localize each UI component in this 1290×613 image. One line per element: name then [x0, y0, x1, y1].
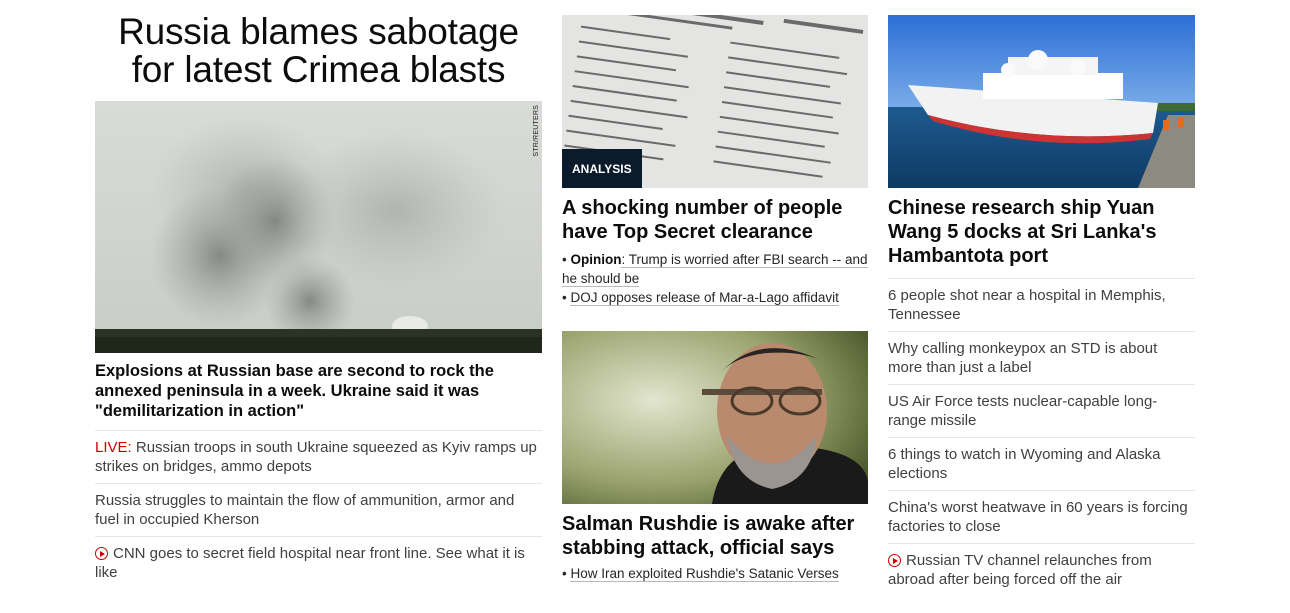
link-text: US Air Force tests nuclear-capable long-…	[888, 393, 1158, 429]
right-column: Chinese research ship Yuan Wang 5 docks …	[888, 0, 1195, 596]
rushdie-image[interactable]	[562, 331, 868, 504]
story-headline[interactable]: A shocking number of people have Top Sec…	[562, 196, 868, 244]
list-item[interactable]: Why calling monkeypox an STD is about mo…	[888, 331, 1195, 384]
list-item[interactable]: Russian TV channel relaunches from abroa…	[888, 543, 1195, 596]
link-text: Russian TV channel relaunches from abroa…	[888, 552, 1152, 588]
list-item[interactable]: 6 things to watch in Wyoming and Alaska …	[888, 437, 1195, 490]
link-text: 6 people shot near a hospital in Memphis…	[888, 287, 1166, 323]
sub-link[interactable]: • DOJ opposes release of Mar-a-Lago affi…	[562, 288, 868, 307]
hero-lead[interactable]: Explosions at Russian base are second to…	[95, 361, 542, 421]
list-item[interactable]: 6 people shot near a hospital in Memphis…	[888, 278, 1195, 331]
play-icon	[888, 554, 901, 567]
hero-title[interactable]: Russia blames sabotage for latest Crimea…	[95, 13, 542, 89]
opinion-label: Opinion	[570, 252, 622, 267]
analysis-badge: ANALYSIS	[562, 149, 642, 188]
link-text: Why calling monkeypox an STD is about mo…	[888, 340, 1158, 376]
link-text: CNN goes to secret field hospital near f…	[95, 545, 525, 581]
live-label: LIVE:	[95, 439, 132, 456]
list-item[interactable]: US Air Force tests nuclear-capable long-…	[888, 384, 1195, 437]
sub-link[interactable]: • How Iran exploited Rushdie's Satanic V…	[562, 564, 868, 583]
middle-column: ANALYSIS A shocking number of people hav…	[562, 0, 868, 583]
list-item[interactable]: Russia struggles to maintain the flow of…	[95, 483, 542, 536]
image-credit: STR/REUTERS	[533, 105, 540, 157]
link-text: Russian troops in south Ukraine squeezed…	[95, 439, 537, 475]
list-item[interactable]: China's worst heatwave in 60 years is fo…	[888, 490, 1195, 543]
link-text: China's worst heatwave in 60 years is fo…	[888, 499, 1188, 535]
hero-image[interactable]: STR/REUTERS	[95, 101, 542, 353]
link-text: 6 things to watch in Wyoming and Alaska …	[888, 446, 1161, 482]
hero-column: Russia blames sabotage for latest Crimea…	[95, 0, 542, 589]
list-item[interactable]: LIVE: Russian troops in south Ukraine sq…	[95, 430, 542, 483]
ship-image[interactable]	[888, 15, 1195, 188]
link-text: Russia struggles to maintain the flow of…	[95, 492, 515, 528]
play-icon	[95, 547, 108, 560]
sub-link-text: DOJ opposes release of Mar-a-Lago affida…	[570, 290, 839, 306]
document-image[interactable]: ANALYSIS	[562, 15, 868, 188]
list-item[interactable]: CNN goes to secret field hospital near f…	[95, 536, 542, 589]
sub-link[interactable]: • Opinion: Trump is worried after FBI se…	[562, 250, 868, 288]
sub-link-text: How Iran exploited Rushdie's Satanic Ver…	[570, 566, 839, 582]
story-headline[interactable]: Chinese research ship Yuan Wang 5 docks …	[888, 196, 1195, 268]
story-headline[interactable]: Salman Rushdie is awake after stabbing a…	[562, 512, 868, 560]
